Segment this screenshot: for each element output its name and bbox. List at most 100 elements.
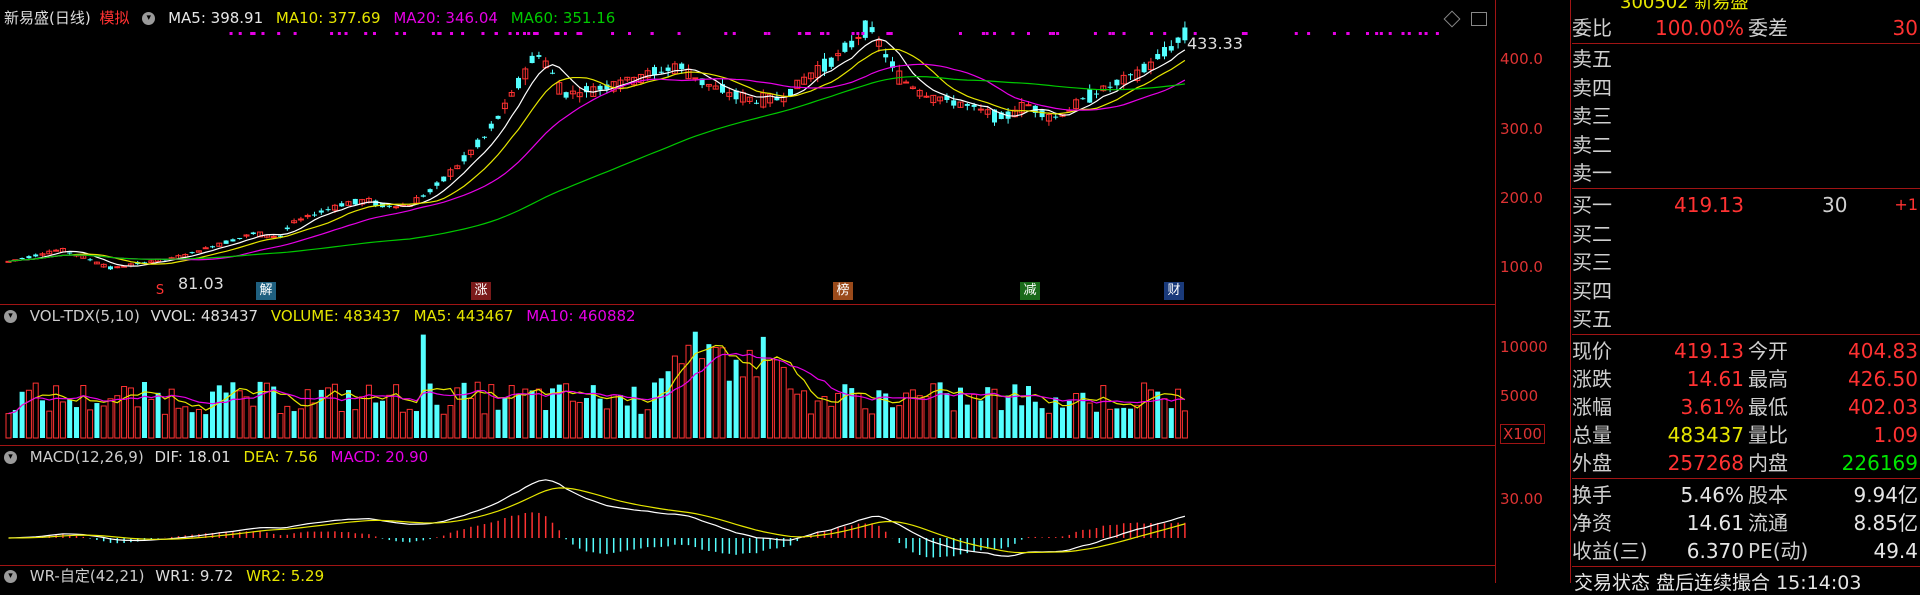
candle-body [488,123,494,129]
volume-bar [243,396,250,439]
candle-body [828,57,834,67]
signal-dot [851,32,855,35]
sell-row[interactable]: 卖一 [1572,159,1920,188]
event-marker-ranking[interactable]: 榜 [833,282,853,300]
signal-dot [1379,32,1383,35]
candle-body [189,252,195,254]
volume-bar [733,359,739,438]
signal-dot [1366,32,1370,35]
volume-bar [175,407,182,439]
signal-dot [238,32,242,35]
volume-bar [284,405,291,439]
volume-bar [978,400,984,438]
candle-body [1039,110,1045,118]
candle-body [550,72,555,74]
weibi-label: 委比 [1572,16,1612,40]
axis-divider [1495,0,1496,583]
volume-bar [828,405,835,439]
candle-body [210,246,215,248]
macd-indicator-name[interactable]: MACD(12,26,9) [30,448,144,466]
volume-bar [80,385,87,439]
volume-bar [739,376,746,439]
price-axis-tick-200: 200.0 [1500,189,1543,207]
macd-chart[interactable] [0,466,1490,564]
stat-label-2: 今开 [1748,339,1788,363]
event-marker-unlock[interactable]: 解 [256,282,276,300]
candle-body [461,155,467,162]
sell-row[interactable]: 卖二 [1572,131,1920,160]
weicha-value: 30 [1892,16,1918,40]
sell-row[interactable]: 卖四 [1572,74,1920,103]
event-marker-earnings[interactable]: 财 [1164,282,1184,300]
volume-bar [603,408,610,439]
buy-level-label: 买二 [1572,221,1612,246]
event-marker-reduce[interactable]: 减 [1020,282,1040,300]
volume-bar [121,386,128,439]
signal-dot [437,32,441,35]
buy-row[interactable]: 买五 [1572,305,1920,334]
buy-row[interactable]: 买一 419.13 30 +1 [1572,191,1920,220]
signal-dot [364,32,368,35]
volume-bar [890,407,895,438]
candlestick-chart[interactable] [0,20,1490,304]
volume-bar [12,409,18,438]
volume-bar [1121,407,1127,438]
signal-dot [522,32,526,35]
wr-indicator-name[interactable]: WR-自定(42,21) [30,567,145,585]
candle-body [495,115,501,119]
volume-bar [365,384,372,439]
signal-dot [481,32,485,35]
signal-dot [981,32,985,35]
chevron-down-icon[interactable]: ▾ [4,310,17,323]
signal-dot [1244,32,1248,35]
signal-dot [993,32,997,35]
volume-bar [142,381,147,438]
buy-change: +1 [1894,195,1918,214]
chevron-down-icon[interactable]: ▾ [4,451,17,464]
volume-bar [665,371,671,438]
signal-dot [1163,32,1167,35]
candle-body [1080,98,1086,100]
volume-bar [440,413,447,439]
candle-body [964,103,970,106]
candle-body [434,182,440,186]
volume-bar [1114,408,1120,438]
candle-body [223,240,229,244]
vol-indicator-name[interactable]: VOL-TDX(5,10) [30,307,140,325]
event-marker-limit-up[interactable]: 涨 [471,282,491,300]
volume-bar [467,398,474,439]
signal-dot [494,32,498,35]
candle-body [536,55,542,57]
volume-bar [842,384,848,438]
quote-title: 300502 新易盛 [1620,0,1749,13]
buy-row[interactable]: 买三 [1572,248,1920,277]
signal-dot [826,32,830,35]
sell-row[interactable]: 卖五 [1572,45,1920,74]
signal-dot [767,32,771,35]
ma5-line [8,38,1186,267]
volume-bar [638,413,644,438]
sell-row[interactable]: 卖三 [1572,102,1920,131]
chevron-down-icon[interactable]: ▾ [4,570,17,583]
candle-body [441,176,447,182]
candle-body [923,95,930,98]
vol-panel-bottom-border [0,445,1495,446]
buy-price: 419.13 [1674,193,1744,217]
signal-dot [563,32,567,35]
signal-dot [677,32,681,35]
volume-bar [597,398,603,438]
signal-dot [1011,32,1015,35]
event-marker-s[interactable]: S [150,282,170,300]
signal-dot [277,32,281,35]
volume-chart[interactable] [0,326,1490,444]
candle-body [114,266,121,269]
volume-bar [652,382,657,438]
candle-body [312,214,317,216]
signal-dot [344,32,348,35]
signal-dot [252,32,256,35]
signal-dot [861,32,865,35]
volume-bar [399,411,406,439]
buy-row[interactable]: 买四 [1572,277,1920,306]
buy-row[interactable]: 买二 [1572,220,1920,249]
price-axis-tick-400: 400.0 [1500,50,1543,68]
